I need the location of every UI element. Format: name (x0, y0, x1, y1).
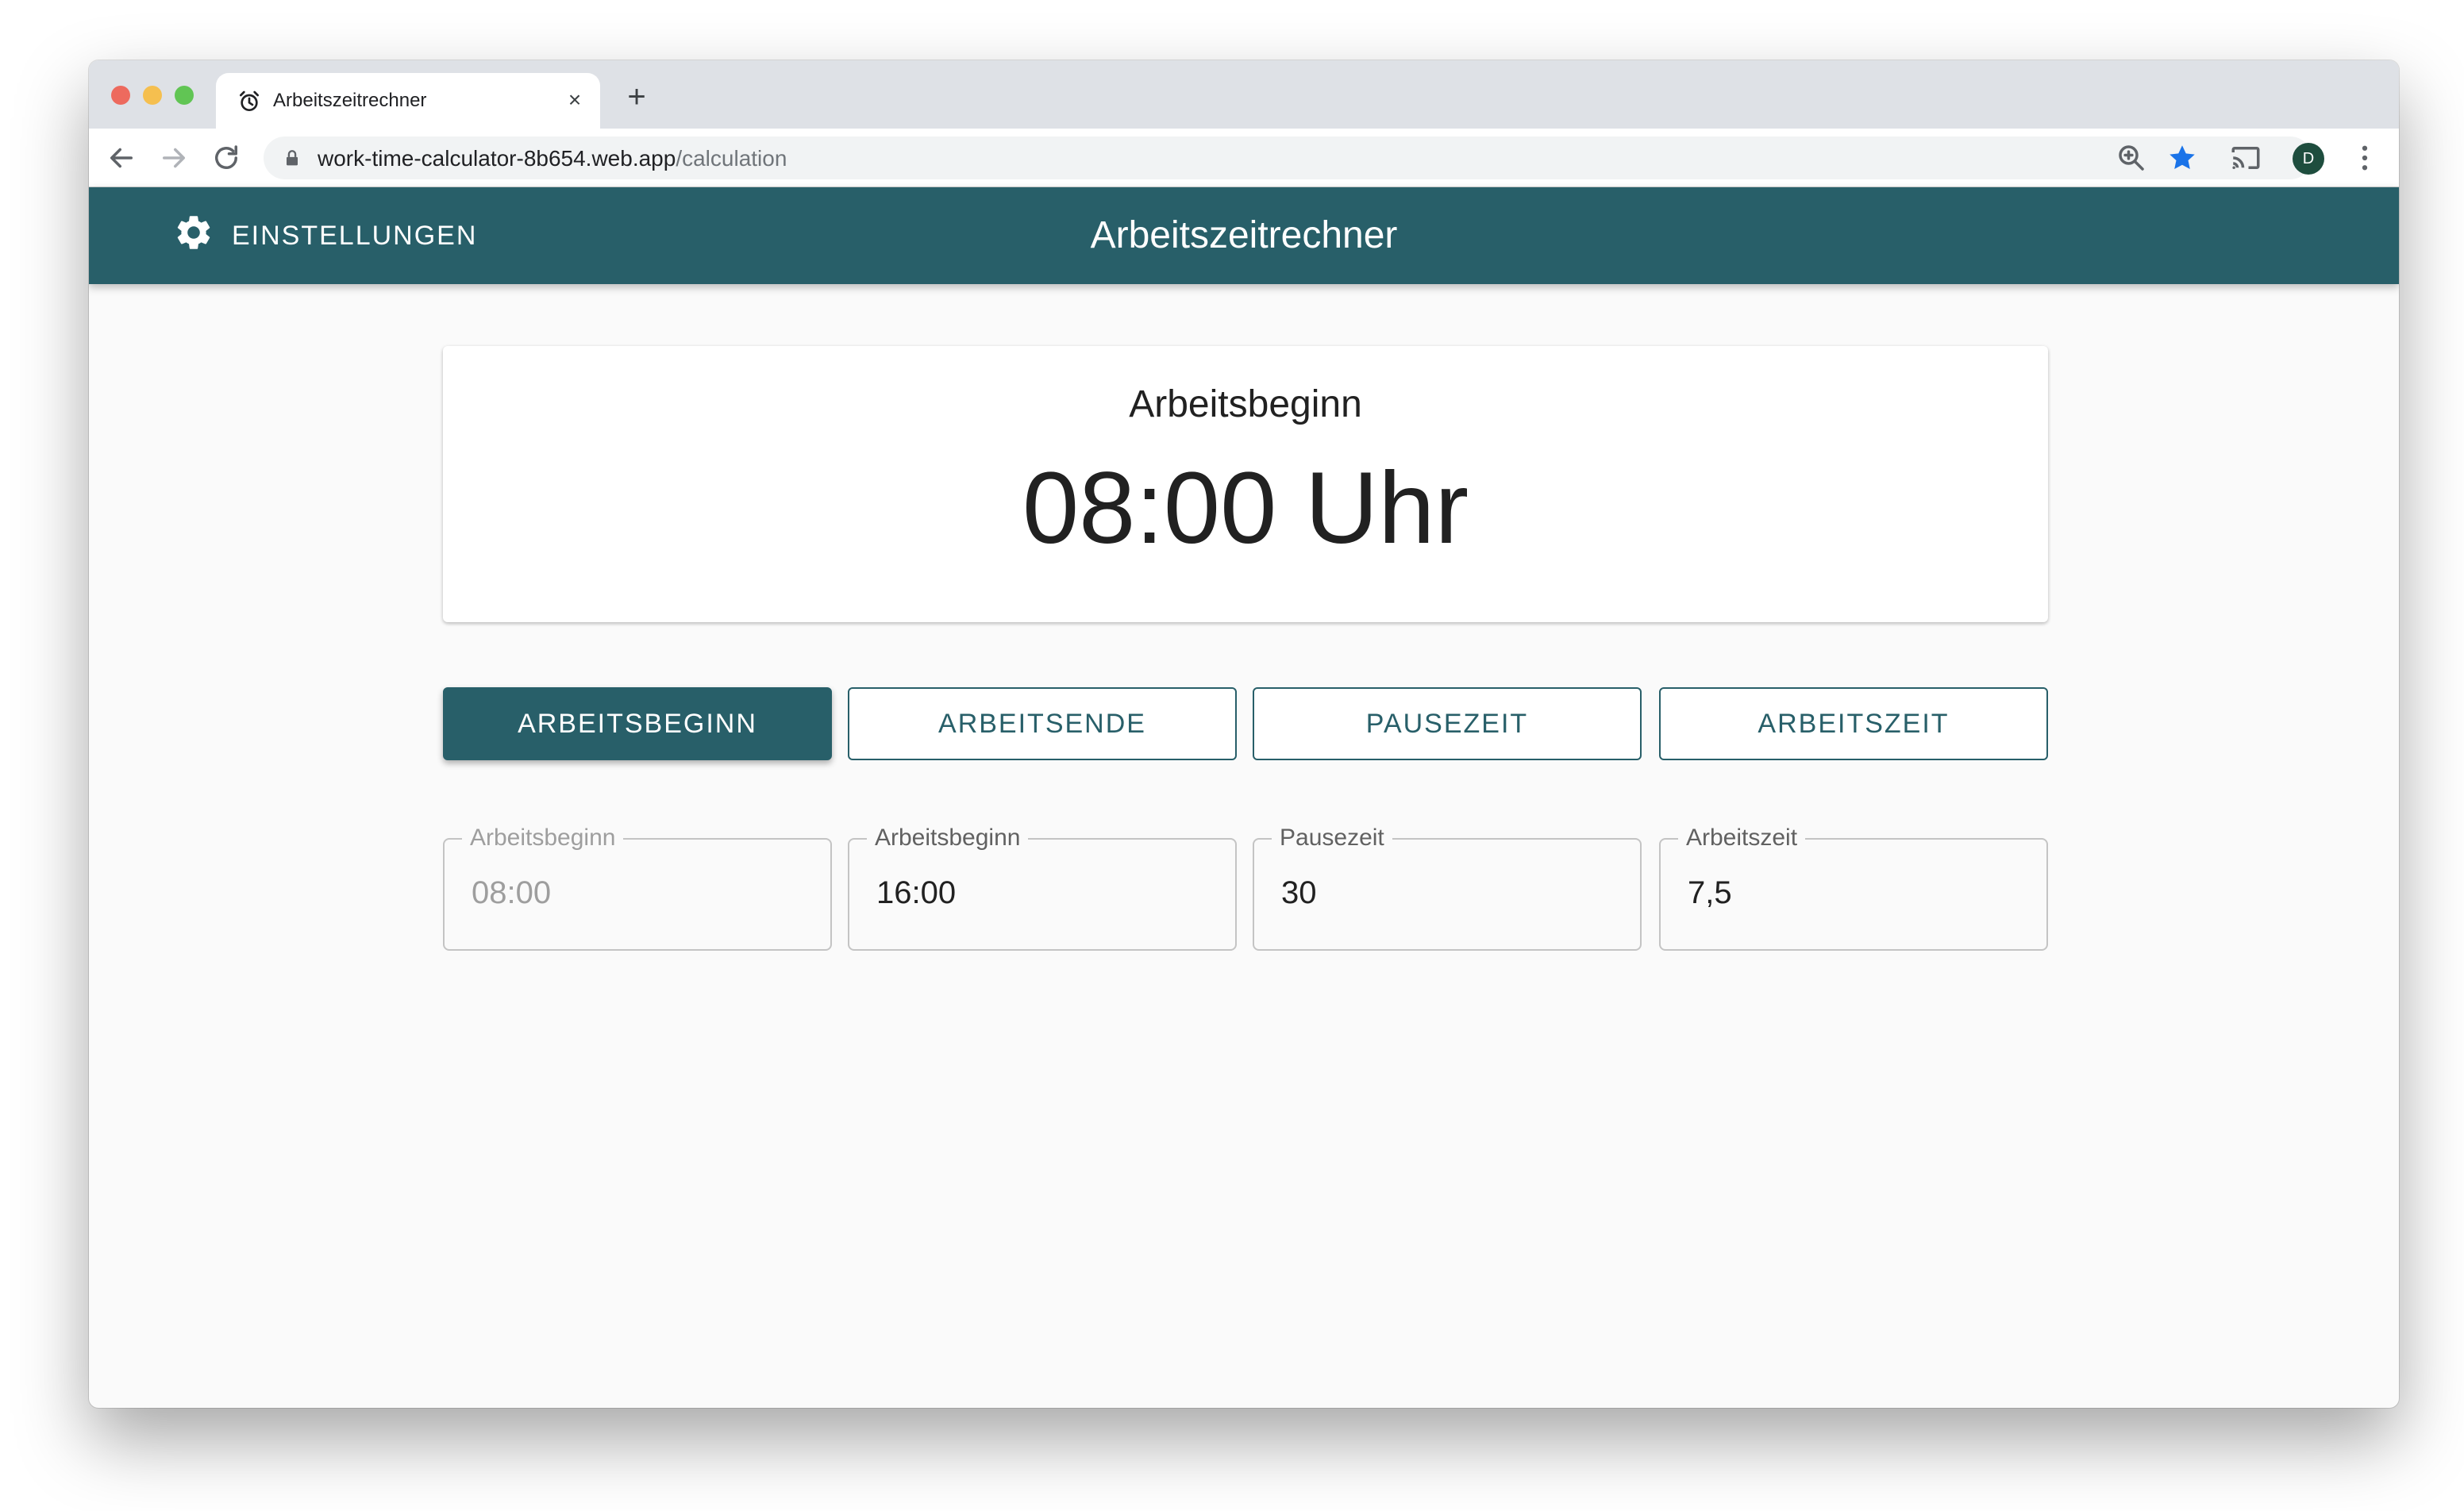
close-tab-icon[interactable]: × (564, 89, 586, 111)
field-value[interactable]: 30 (1281, 873, 1317, 913)
field-value: 08:00 (472, 875, 552, 910)
profile-avatar[interactable]: D (2293, 143, 2324, 175)
mode-button-arbeitsbeginn[interactable]: ARBEITSBEGINN (443, 687, 832, 760)
zoom-icon[interactable] (2115, 141, 2148, 175)
close-window-button[interactable] (111, 86, 130, 105)
tab-strip: Arbeitszeitrechner × + (89, 60, 2399, 129)
new-tab-button[interactable]: + (619, 79, 654, 114)
field-label: Arbeitsbeginn (462, 824, 624, 852)
browser-window: Arbeitszeitrechner × + work-time-calcula… (89, 60, 2399, 1408)
result-card: Arbeitsbeginn 08:00 Uhr (443, 346, 2048, 622)
end-time-field[interactable]: Arbeitsbeginn 16:00 (848, 809, 1237, 968)
zoom-window-button[interactable] (175, 86, 194, 105)
field-label: Pausezeit (1272, 824, 1392, 852)
address-bar[interactable]: work-time-calculator-8b654.web.app/calcu… (264, 136, 2312, 179)
reload-icon[interactable] (210, 141, 243, 175)
browser-tab[interactable]: Arbeitszeitrechner × (216, 73, 600, 129)
back-icon[interactable] (105, 141, 138, 175)
lock-icon (281, 147, 303, 169)
mode-selector: ARBEITSBEGINN ARBEITSENDE PAUSEZEIT ARBE… (443, 687, 2048, 760)
browser-toolbar: work-time-calculator-8b654.web.app/calcu… (89, 129, 2399, 187)
mode-button-arbeitszeit[interactable]: ARBEITSZEIT (1659, 687, 2048, 760)
more-menu-icon[interactable] (2348, 141, 2381, 175)
forward-icon[interactable] (157, 141, 191, 175)
bookmark-star-icon[interactable] (2166, 141, 2199, 175)
result-value: 08:00 Uhr (1022, 452, 1469, 565)
minimize-window-button[interactable] (143, 86, 162, 105)
field-value[interactable]: 16:00 (876, 873, 956, 913)
field-label: Arbeitsbeginn (867, 824, 1029, 852)
result-label: Arbeitsbeginn (1129, 383, 1362, 425)
alarm-clock-icon (237, 89, 262, 114)
break-time-field[interactable]: Pausezeit 30 (1253, 809, 1642, 968)
cast-icon[interactable] (2229, 141, 2262, 175)
start-time-field: Arbeitsbeginn 08:00 (443, 809, 832, 968)
field-label: Arbeitszeit (1678, 824, 1806, 852)
url-text: work-time-calculator-8b654.web.app/calcu… (318, 146, 787, 171)
mode-button-arbeitsende[interactable]: ARBEITSENDE (848, 687, 1237, 760)
app-header: EINSTELLUNGEN Arbeitszeitrechner (89, 187, 2399, 284)
field-value[interactable]: 7,5 (1688, 873, 1732, 913)
app-title: Arbeitszeitrechner (1090, 214, 1398, 256)
tab-title: Arbeitszeitrechner (273, 90, 427, 111)
mode-button-pausezeit[interactable]: PAUSEZEIT (1253, 687, 1642, 760)
url-host: work-time-calculator-8b654.web.app (318, 146, 676, 171)
work-time-field[interactable]: Arbeitszeit 7,5 (1659, 809, 2048, 968)
url-path: /calculation (676, 146, 787, 171)
input-fields: Arbeitsbeginn 08:00 Arbeitsbeginn 16:00 … (443, 809, 2048, 968)
